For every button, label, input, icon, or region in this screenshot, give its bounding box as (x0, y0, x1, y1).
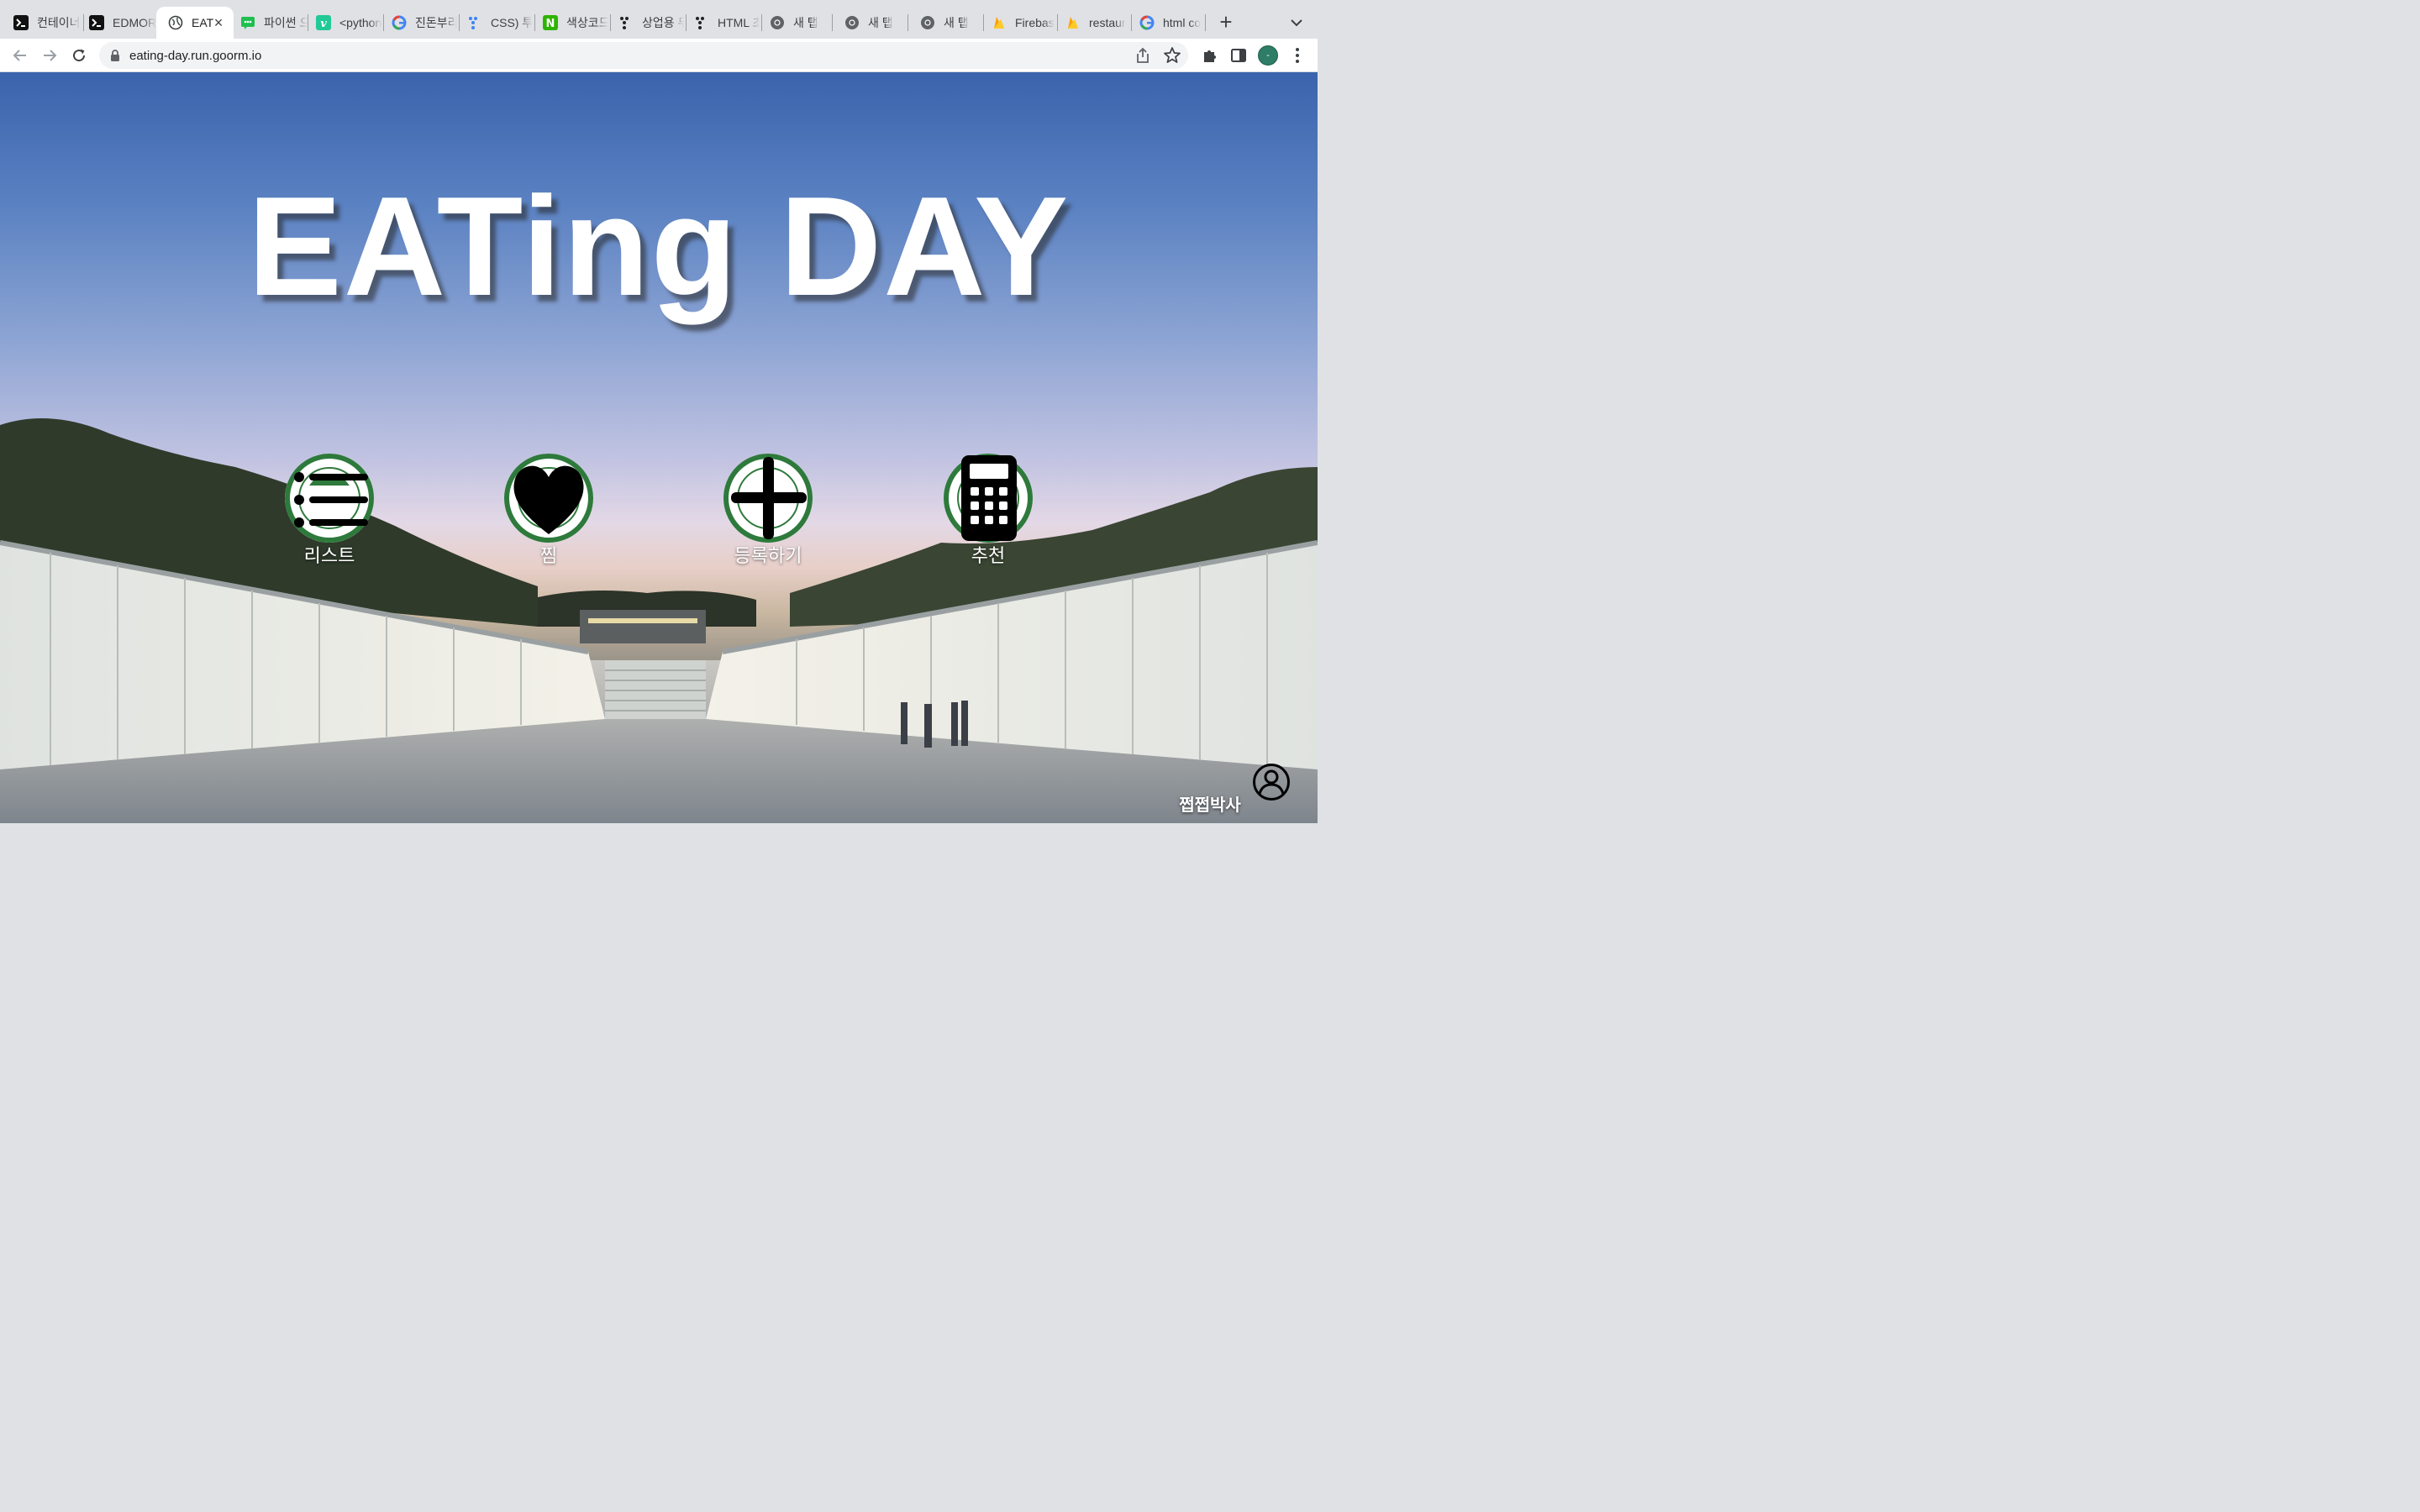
browser-tab[interactable]: v <python (304, 7, 381, 39)
chat-icon (240, 15, 255, 30)
tab-strip: 컨테이너 EDMOR EAT × 파이썬 으 v <python 진돈부리 CS… (0, 0, 1318, 39)
back-button[interactable] (10, 45, 30, 66)
browser-tab[interactable]: 새 탭 (908, 7, 986, 39)
tab-title: restaur (1089, 16, 1126, 29)
reload-button[interactable] (69, 45, 89, 66)
url-text: eating-day.run.goorm.io (129, 49, 262, 63)
tab-title: HTML 초 (718, 16, 760, 29)
bookmark-star-icon[interactable] (1163, 46, 1181, 65)
browser-menu-button[interactable] (1287, 45, 1307, 66)
chrome-icon (770, 15, 785, 30)
tab-title: <python (339, 16, 381, 29)
address-bar[interactable]: eating-day.run.goorm.io (99, 42, 1188, 69)
dots-icon (467, 15, 482, 30)
browser-tab[interactable]: html co (1128, 7, 1205, 39)
browser-tab-active[interactable]: EAT × (156, 7, 234, 39)
menu-item-register[interactable]: 등록하기 (721, 452, 815, 570)
side-panel-button[interactable] (1228, 45, 1249, 66)
user-circle-icon[interactable] (1252, 763, 1291, 801)
tab-title: 새 탭 (944, 16, 969, 29)
page-title: EATing DAY (247, 167, 1071, 325)
profile-avatar[interactable]: - (1258, 45, 1278, 66)
emblem-badge (723, 454, 813, 543)
lock-icon (111, 50, 119, 61)
tab-title: 컨테이너 (37, 16, 81, 29)
browser-tab[interactable]: CSS) 투 (455, 7, 533, 39)
share-icon[interactable] (1134, 47, 1151, 64)
v-icon: v (316, 15, 331, 30)
forward-button[interactable] (39, 45, 60, 66)
tab-title: 새 탭 (793, 16, 818, 29)
menu-label: 리스트 (303, 545, 355, 566)
puzzle-icon (1204, 50, 1216, 62)
browser-tab[interactable]: 상업용 두 (607, 7, 684, 39)
terminal-icon (13, 15, 29, 30)
side-panel-icon (1231, 49, 1246, 62)
browser-tab[interactable]: EDMOR (77, 7, 158, 39)
firebase-icon (1065, 15, 1081, 30)
n-icon: N (543, 15, 558, 30)
new-tab-button[interactable]: + (1215, 11, 1237, 34)
arrow-left-icon (13, 50, 26, 61)
browser-tab[interactable]: N 색상코드 (531, 7, 608, 39)
chevron-down-icon (1291, 19, 1302, 27)
browser-tab[interactable]: 새 탭 (833, 7, 910, 39)
google-icon (392, 15, 407, 30)
tab-title: 진돈부리 (415, 16, 457, 29)
emblem-badge (504, 454, 593, 543)
svg-text:N: N (546, 18, 555, 30)
browser-tab[interactable]: 파이썬 으 (229, 7, 308, 39)
tab-title: 파이썬 으 (264, 16, 308, 29)
browser-tab[interactable]: 새 탭 (758, 7, 835, 39)
menu-label: 추천 (971, 545, 1006, 566)
dots-icon (694, 15, 709, 30)
menu-label: 등록하기 (734, 545, 802, 566)
browser-toolbar: eating-day.run.goorm.io - (0, 39, 1318, 72)
extensions-button[interactable] (1200, 45, 1220, 66)
tab-title: 색상코드 (566, 16, 608, 29)
tab-divider (1205, 14, 1206, 31)
tab-title: 새 탭 (868, 16, 893, 29)
tab-search-button[interactable] (1287, 13, 1306, 32)
tab-title: CSS) 투 (491, 16, 533, 29)
globe-icon (168, 15, 183, 30)
menu-item-recommend[interactable]: 추천 (941, 452, 1035, 570)
svg-text:v: v (320, 18, 327, 30)
menu-item-favorites[interactable]: 찜 (502, 452, 596, 570)
calculator-icon (961, 455, 1017, 541)
reload-icon (73, 49, 86, 62)
dots-icon (618, 15, 634, 30)
browser-tab[interactable]: 컨테이너 (2, 7, 82, 39)
menu-label: 찜 (539, 545, 558, 566)
arrow-right-icon (44, 50, 57, 61)
chrome-icon (844, 15, 860, 30)
page-viewport: EATing DAY 리스트 찜 등록하기 추천 쩝쩝박사 (0, 72, 1318, 823)
tab-title: EDMOR (113, 16, 157, 29)
kebab-menu-icon (1296, 48, 1299, 63)
menu-item-list[interactable]: 리스트 (282, 452, 376, 570)
tab-title: EAT (192, 16, 214, 29)
tab-title: html co (1163, 16, 1202, 29)
browser-tab[interactable]: 진돈부리 (380, 7, 457, 39)
tab-title: Firebas (1015, 16, 1055, 29)
tab-title: 상업용 두 (642, 16, 684, 29)
google-icon (1139, 15, 1155, 30)
emblem-badge (285, 454, 374, 543)
close-tab-icon[interactable]: × (212, 15, 225, 30)
firebase-icon (992, 15, 1007, 30)
terminal-icon (89, 15, 104, 30)
browser-tab[interactable]: restaur (1054, 7, 1131, 39)
browser-tab[interactable]: Firebas (980, 7, 1057, 39)
username[interactable]: 쩝쩝박사 (1170, 791, 1250, 816)
browser-tab[interactable]: HTML 초 (682, 7, 760, 39)
emblem-badge (944, 454, 1033, 543)
chrome-icon (920, 15, 935, 30)
